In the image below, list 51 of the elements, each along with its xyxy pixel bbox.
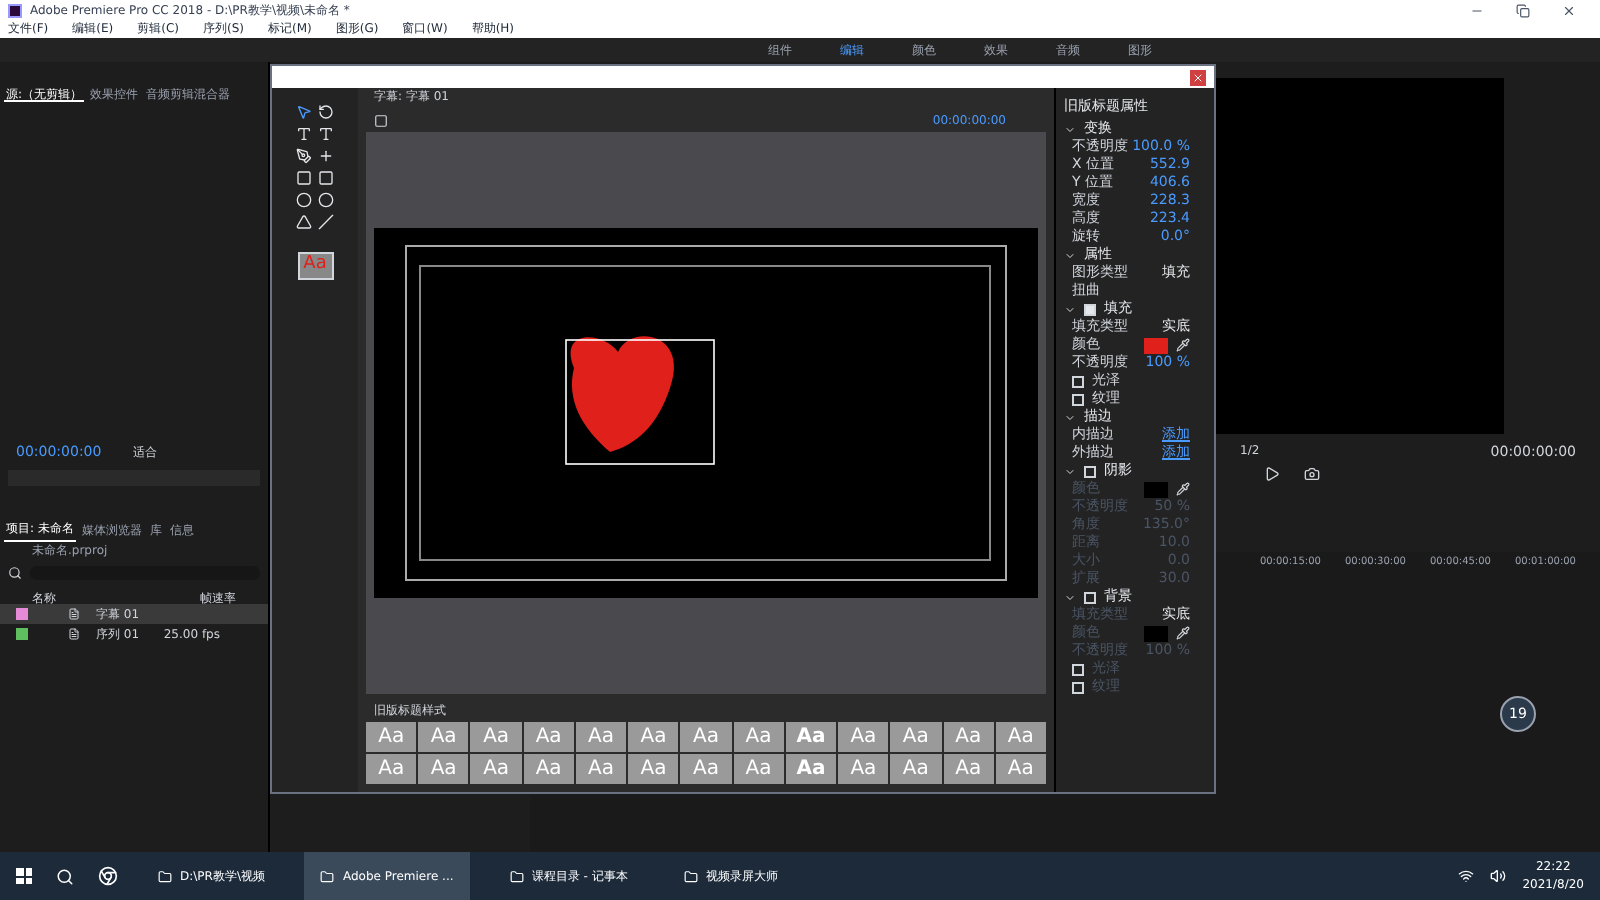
play-icon[interactable] <box>1264 466 1280 482</box>
color-swatch[interactable] <box>1144 625 1168 641</box>
style-swatch: Aa <box>297 252 333 280</box>
start-icon[interactable] <box>16 868 32 884</box>
app-logo-icon <box>8 3 22 17</box>
camera-icon[interactable] <box>1304 466 1320 482</box>
wifi-icon <box>1458 868 1475 884</box>
checkbox[interactable] <box>1072 393 1084 405</box>
line-tool-icon[interactable] <box>318 214 334 230</box>
search-icon[interactable] <box>56 867 74 885</box>
disclosure-icon[interactable] <box>1064 249 1076 261</box>
circle-tool-icon[interactable] <box>318 192 334 208</box>
restore-icon[interactable] <box>1516 3 1530 17</box>
close-button[interactable] <box>1190 69 1206 85</box>
ellipse-tool-icon[interactable] <box>296 192 312 208</box>
vertical-type-tool-icon[interactable] <box>318 126 334 142</box>
search-icon <box>8 565 22 579</box>
checkbox[interactable] <box>1084 303 1096 315</box>
rectangle-tool-icon[interactable] <box>296 170 312 186</box>
close-icon[interactable] <box>1562 3 1576 17</box>
disclosure-icon[interactable] <box>1064 591 1076 603</box>
toggle-icon[interactable] <box>374 113 388 127</box>
add-anchor-tool-icon[interactable] <box>318 148 334 164</box>
disclosure-icon[interactable] <box>1064 411 1076 423</box>
checkbox[interactable] <box>1072 663 1084 675</box>
folder-icon <box>509 869 524 883</box>
checkbox[interactable] <box>1072 681 1084 693</box>
eyedropper-icon[interactable] <box>1176 626 1190 640</box>
pen-tool-icon[interactable] <box>296 148 312 164</box>
color-swatch[interactable] <box>1144 337 1168 353</box>
checkbox[interactable] <box>1072 375 1084 387</box>
type-tool-icon[interactable] <box>296 126 312 142</box>
rounded-rectangle-tool-icon[interactable] <box>318 170 334 186</box>
disclosure-icon[interactable] <box>1064 303 1076 315</box>
rotate-tool-icon[interactable] <box>318 104 334 120</box>
selection-tool-icon[interactable] <box>296 104 312 120</box>
folder-icon <box>320 869 335 883</box>
folder-icon <box>158 869 172 883</box>
file-icon <box>68 608 80 620</box>
color-swatch[interactable] <box>1144 481 1168 497</box>
eyedropper-icon[interactable] <box>1176 482 1190 496</box>
folder-icon <box>683 869 698 883</box>
file-icon <box>68 628 80 640</box>
disclosure-icon[interactable] <box>1064 123 1076 135</box>
checkbox[interactable] <box>1084 465 1096 477</box>
wedge-tool-icon[interactable] <box>296 214 312 230</box>
checkbox[interactable] <box>1084 591 1096 603</box>
browser-icon[interactable] <box>98 866 118 886</box>
disclosure-icon[interactable] <box>1064 465 1076 477</box>
speaker-icon <box>1490 868 1507 884</box>
eyedropper-icon[interactable] <box>1176 338 1190 352</box>
